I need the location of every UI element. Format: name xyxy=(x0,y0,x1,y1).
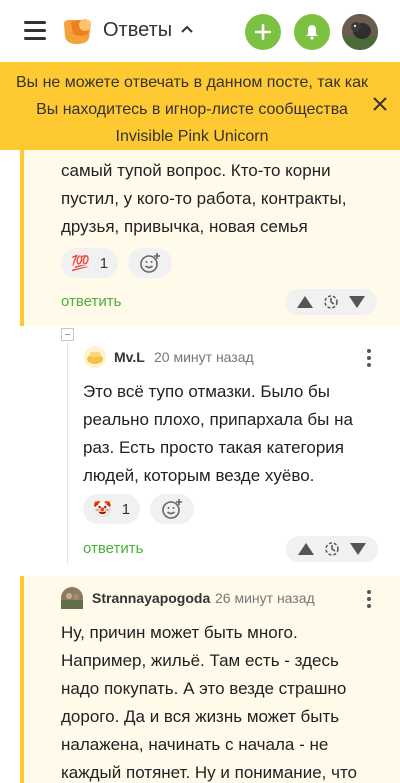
logo-icon[interactable] xyxy=(61,16,93,46)
user-avatar[interactable] xyxy=(84,346,106,368)
downvote-icon[interactable] xyxy=(348,295,366,309)
menu-icon[interactable] xyxy=(24,21,46,41)
thread-line xyxy=(67,342,68,564)
comment-text-line: пустил, у кого-то работа, контракты, xyxy=(61,189,347,208)
comment-text-line: друзья, привычка, новая семья xyxy=(61,217,308,236)
more-options-icon[interactable] xyxy=(366,349,372,367)
section-title[interactable]: Ответы xyxy=(103,19,172,42)
reaction-chip[interactable]: 🤡 1 xyxy=(83,494,141,524)
collapse-thread-toggle[interactable] xyxy=(61,328,74,341)
comment-text-line: самый тупой вопрос. Кто-то корни xyxy=(61,161,331,180)
unread-indicator xyxy=(20,576,24,783)
comment-text-line: дорого. Да и вся жизнь может быть xyxy=(61,707,340,726)
banner-community-name: Invisible Pink Unicorn xyxy=(115,128,269,145)
banner-line: Вы находитесь в игнор-листе сообщества xyxy=(36,101,348,118)
vote-controls xyxy=(286,536,378,562)
chevron-up-icon[interactable] xyxy=(181,25,193,33)
comment-author[interactable]: Strannayapogoda xyxy=(92,590,210,606)
reply-link[interactable]: ответить xyxy=(61,293,121,310)
reaction-count: 1 xyxy=(99,254,109,272)
reaction-count: 1 xyxy=(121,500,131,518)
comment-text-line: Ну, причин может быть много. xyxy=(61,623,298,642)
ignore-notice-banner: Вы не можете отвечать в данном посте, та… xyxy=(0,62,400,150)
add-reaction-button[interactable] xyxy=(150,494,194,524)
close-icon[interactable] xyxy=(372,96,388,112)
banner-line: Вы не можете отвечать в данном посте, та… xyxy=(15,74,369,91)
comment-text: самый тупой вопрос. Кто-то корни пустил,… xyxy=(61,157,346,241)
comment-text: Это всё тупо отмазки. Было бы реально пл… xyxy=(83,378,353,490)
unread-indicator xyxy=(20,150,24,326)
bell-icon xyxy=(306,25,318,40)
comment-text-line: реально плохо, припархала бы на xyxy=(83,410,353,429)
comment-text-line: Это всё тупо отмазки. Было бы xyxy=(83,382,330,401)
user-avatar[interactable] xyxy=(342,14,378,50)
hundred-emoji-icon: 💯 xyxy=(71,255,90,272)
reply-link[interactable]: ответить xyxy=(83,540,143,557)
smiley-plus-icon xyxy=(140,253,160,273)
vote-controls xyxy=(285,289,377,315)
comment-text-line: надо покупать. А это везде страшно xyxy=(61,679,347,698)
timer-icon xyxy=(325,542,339,556)
add-reaction-button[interactable] xyxy=(128,248,172,278)
downvote-icon[interactable] xyxy=(349,542,367,556)
comment-text-line: каждый потянет. Ну и понимание, что xyxy=(61,763,357,782)
comment-text-line: людей, которым везде хуёво. xyxy=(83,466,315,485)
top-header: Ответы xyxy=(0,0,400,62)
upvote-icon[interactable] xyxy=(297,542,315,556)
comment-text-line: раз. Есть просто такая категория xyxy=(83,438,344,457)
comment-timestamp[interactable]: 26 минут назад xyxy=(215,590,315,606)
comment-text: Ну, причин может быть много. Например, ж… xyxy=(61,619,357,783)
reaction-chip[interactable]: 💯 1 xyxy=(61,248,119,278)
more-options-icon[interactable] xyxy=(366,590,372,608)
clown-emoji-icon: 🤡 xyxy=(93,501,112,518)
upvote-icon[interactable] xyxy=(296,295,314,309)
smiley-plus-icon xyxy=(162,499,182,519)
notifications-button[interactable] xyxy=(294,14,330,50)
comment-text-line: налажена, начинать с начала - не xyxy=(61,735,329,754)
user-avatar[interactable] xyxy=(61,587,83,609)
plus-icon xyxy=(255,24,271,40)
timer-icon xyxy=(324,295,338,309)
comment-timestamp[interactable]: 20 минут назад xyxy=(154,349,254,365)
comment-author[interactable]: Mv.L xyxy=(114,349,145,365)
comment-text-line: Например, жильё. Там есть - здесь xyxy=(61,651,339,670)
add-post-button[interactable] xyxy=(245,14,281,50)
